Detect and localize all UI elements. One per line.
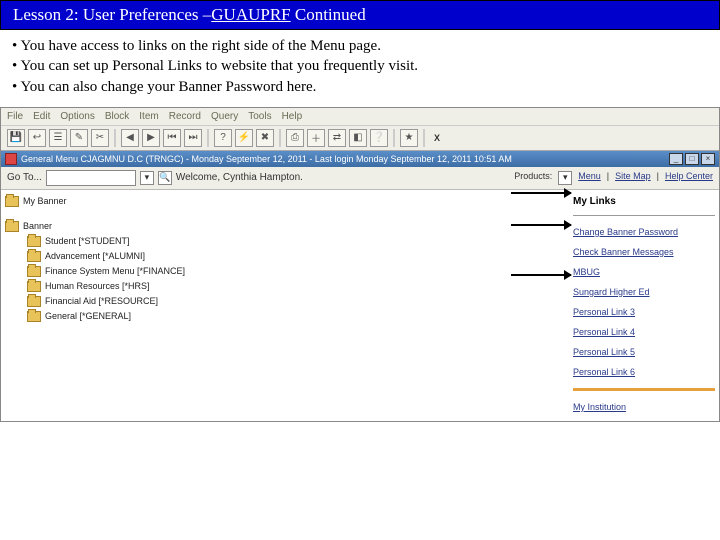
divider: [573, 215, 715, 216]
tree-item-advancement[interactable]: Advancement [*ALUMNI]: [5, 249, 565, 264]
menu-options[interactable]: Options: [60, 111, 94, 122]
callout-arrow-icon: [511, 192, 571, 194]
menu-item[interactable]: Item: [139, 111, 158, 122]
products-dropdown-icon[interactable]: ▾: [558, 171, 572, 185]
menu-query[interactable]: Query: [211, 111, 238, 122]
folder-icon: [27, 281, 41, 292]
menu-link[interactable]: Menu: [578, 171, 601, 185]
menu-tools[interactable]: Tools: [248, 111, 271, 122]
tree-item-general[interactable]: General [*GENERAL]: [5, 309, 565, 324]
bookmark-icon[interactable]: ★: [400, 129, 418, 147]
tree-item-student[interactable]: Student [*STUDENT]: [5, 234, 565, 249]
bullet-item: • You can set up Personal Links to websi…: [12, 56, 708, 76]
chevron-down-icon[interactable]: ▾: [140, 171, 154, 185]
rollback-icon[interactable]: ↩: [28, 129, 46, 147]
link-check-messages[interactable]: Check Banner Messages: [573, 242, 715, 262]
window-title-text: General Menu CJAGMNU D.C (TRNGC) - Monda…: [21, 154, 512, 164]
folder-icon: [27, 266, 41, 277]
save-icon[interactable]: 💾: [7, 129, 25, 147]
toolbar-separator: [423, 129, 425, 147]
fine-grain-icon[interactable]: ◧: [349, 129, 367, 147]
menu-file[interactable]: File: [7, 111, 23, 122]
select-icon[interactable]: ☰: [49, 129, 67, 147]
link-personal-5[interactable]: Personal Link 5: [573, 342, 715, 362]
tree-item-hr[interactable]: Human Resources [*HRS]: [5, 279, 565, 294]
enter-query-icon[interactable]: ?: [214, 129, 232, 147]
app-window: File Edit Options Block Item Record Quer…: [0, 107, 720, 422]
bullet-list: • You have access to links on the right …: [0, 30, 720, 105]
cancel-query-icon[interactable]: ✖: [256, 129, 274, 147]
menu-help[interactable]: Help: [282, 111, 303, 122]
toolbar: 💾 ↩ ☰ ✎ ✂ ◀ ▶ ⏮ ⏭ ? ⚡ ✖ ⎙ ＋ ⇄ ◧ ❔ ★ X: [1, 126, 719, 151]
lesson-title: Lesson 2: User Preferences –GUAUPRF Cont…: [0, 0, 720, 30]
tree-item-finance[interactable]: Finance System Menu [*FINANCE]: [5, 264, 565, 279]
goto-input[interactable]: [46, 170, 136, 186]
exit-icon[interactable]: X: [430, 131, 444, 145]
folder-icon: [27, 251, 41, 262]
tree-item-finaid[interactable]: Financial Aid [*RESOURCE]: [5, 294, 565, 309]
link-personal-4[interactable]: Personal Link 4: [573, 322, 715, 342]
callout-arrow-icon: [511, 274, 571, 276]
toolbar-separator: [393, 129, 395, 147]
link-personal-3[interactable]: Personal Link 3: [573, 302, 715, 322]
link-change-password[interactable]: Change Banner Password: [573, 222, 715, 242]
bullet-item: • You have access to links on the right …: [12, 36, 708, 56]
site-map-link[interactable]: Site Map: [615, 171, 651, 185]
next-record-icon[interactable]: ▶: [142, 129, 160, 147]
products-label: Products:: [514, 171, 552, 185]
toolbar-separator: [207, 129, 209, 147]
title-suffix: Continued: [291, 5, 366, 24]
my-links-panel: My Links Change Banner Password Check Ba…: [569, 190, 719, 421]
folder-icon: [5, 196, 19, 207]
menu-block[interactable]: Block: [105, 111, 129, 122]
help-center-link[interactable]: Help Center: [665, 171, 713, 185]
content-area: My Banner Banner Student [*STUDENT] Adva…: [1, 190, 719, 421]
insert-icon[interactable]: ✎: [70, 129, 88, 147]
workflow-icon[interactable]: ⇄: [328, 129, 346, 147]
menubar: File Edit Options Block Item Record Quer…: [1, 108, 719, 126]
menu-record[interactable]: Record: [169, 111, 201, 122]
toolbar-separator: [279, 129, 281, 147]
tree-root-banner[interactable]: Banner: [5, 219, 565, 234]
window-titlebar: General Menu CJAGMNU D.C (TRNGC) - Monda…: [1, 151, 719, 167]
goto-label: Go To...: [7, 172, 42, 183]
link-personal-6[interactable]: Personal Link 6: [573, 362, 715, 382]
folder-icon: [27, 236, 41, 247]
next-block-icon[interactable]: ⏭: [184, 129, 202, 147]
xtender-icon[interactable]: ＋: [307, 129, 325, 147]
link-my-institution[interactable]: My Institution: [573, 397, 715, 417]
search-icon[interactable]: 🔍: [158, 171, 172, 185]
nav-tree: My Banner Banner Student [*STUDENT] Adva…: [1, 190, 569, 421]
prev-block-icon[interactable]: ⏮: [163, 129, 181, 147]
link-mbug[interactable]: MBUG: [573, 262, 715, 282]
app-icon: [5, 153, 17, 165]
folder-icon: [27, 311, 41, 322]
minimize-icon[interactable]: _: [669, 153, 683, 165]
my-links-header: My Links: [573, 194, 715, 213]
help-icon[interactable]: ❔: [370, 129, 388, 147]
folder-icon: [5, 221, 19, 232]
accent-bar: [573, 388, 715, 391]
maximize-icon[interactable]: □: [685, 153, 699, 165]
bullet-item: • You can also change your Banner Passwo…: [12, 77, 708, 97]
prev-record-icon[interactable]: ◀: [121, 129, 139, 147]
welcome-text: Welcome, Cynthia Hampton.: [176, 172, 303, 183]
goto-bar: Go To... ▾ 🔍 Welcome, Cynthia Hampton. P…: [1, 167, 719, 190]
title-code: GUAUPRF: [211, 5, 290, 24]
close-icon[interactable]: ×: [701, 153, 715, 165]
tree-root-my-banner[interactable]: My Banner: [5, 194, 565, 209]
title-prefix: Lesson 2: User Preferences –: [13, 5, 211, 24]
delete-icon[interactable]: ✂: [91, 129, 109, 147]
folder-icon: [27, 296, 41, 307]
callout-arrow-icon: [511, 224, 571, 226]
toolbar-separator: [114, 129, 116, 147]
link-sungard[interactable]: Sungard Higher Ed: [573, 282, 715, 302]
print-icon[interactable]: ⎙: [286, 129, 304, 147]
menu-edit[interactable]: Edit: [33, 111, 50, 122]
execute-query-icon[interactable]: ⚡: [235, 129, 253, 147]
